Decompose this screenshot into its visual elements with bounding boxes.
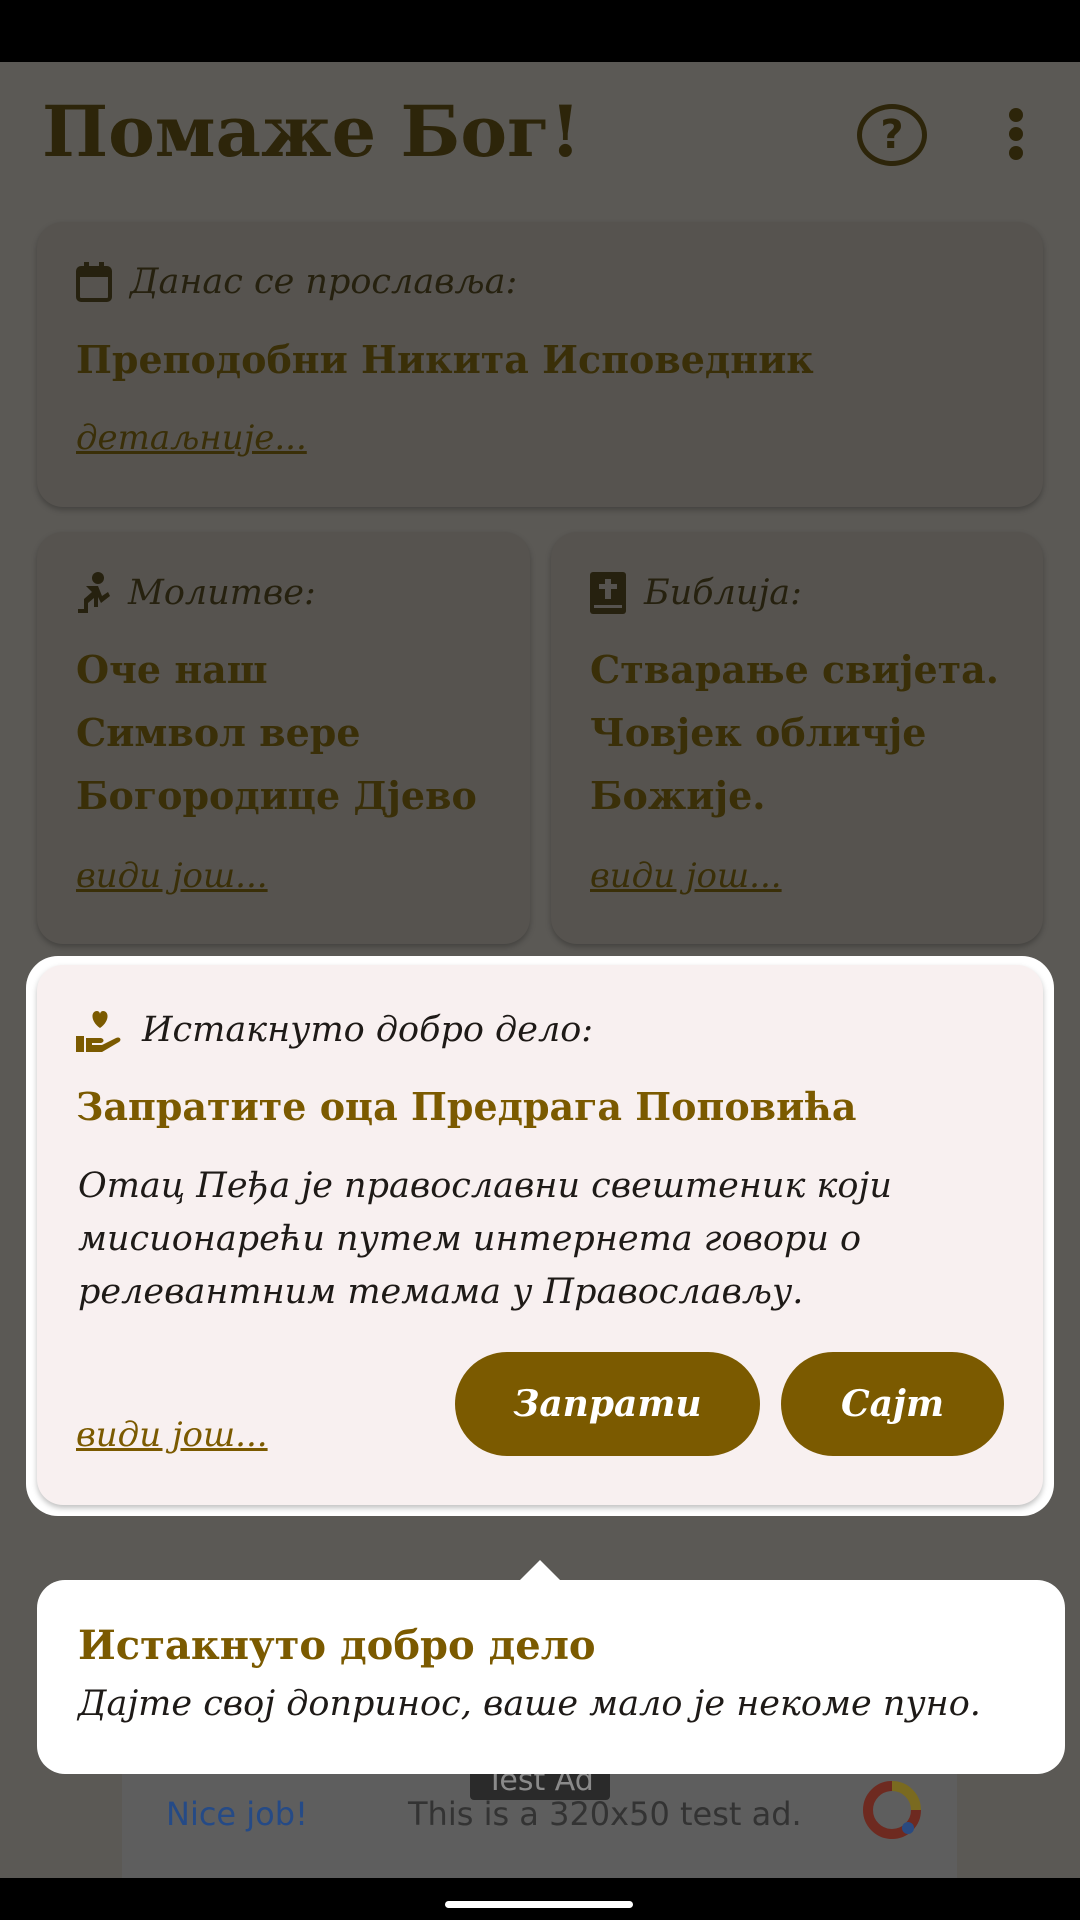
feast-card-header: Данас се прославља: <box>76 262 517 302</box>
praying-person-icon <box>78 572 110 613</box>
bible-more-link[interactable]: види још... <box>590 856 782 896</box>
app-title: Помаже Бог! <box>42 90 581 173</box>
prayers-more-link[interactable]: види још... <box>76 856 268 896</box>
more-menu-button[interactable] <box>1000 108 1032 168</box>
bible-label: Библија: <box>644 573 802 613</box>
prayers-card-header: Молитве: <box>76 572 316 614</box>
tooltip-arrow <box>518 1560 562 1582</box>
onboarding-tooltip[interactable] <box>37 1580 1065 1774</box>
good-deed-more-link[interactable]: види још... <box>76 1415 268 1455</box>
tooltip-text: Дајте свој допринос, ваше мало је некоме… <box>78 1684 981 1724</box>
more-vert-icon <box>1009 108 1023 122</box>
bible-line: Човјек обличје <box>590 710 927 755</box>
feast-title: Преподобни Никита Исповедник <box>76 337 814 382</box>
bible-line: Божије. <box>590 773 766 818</box>
ad-text: This is a 320x50 test ad. <box>408 1795 802 1833</box>
prayer-item[interactable]: Символ вере <box>76 701 361 764</box>
status-bar <box>0 0 1080 62</box>
bible-line: Стварање свијета. <box>590 647 1000 692</box>
good-deed-description: Отац Пеђа је православни свештеник који … <box>78 1166 892 1312</box>
prayers-label: Молитве: <box>128 573 316 613</box>
good-deed-header: Истакнуто добро дело: <box>76 1008 593 1052</box>
bible-icon <box>590 572 626 614</box>
site-button[interactable]: Сајт <box>781 1352 1004 1456</box>
ad-logo-icon <box>863 1781 921 1839</box>
tooltip-title: Истакнуто добро дело <box>78 1622 596 1669</box>
ad-nice-text: Nice job! <box>166 1795 308 1833</box>
home-gesture-handle[interactable] <box>445 1901 633 1908</box>
hand-heart-icon <box>76 1011 121 1052</box>
feast-more-link[interactable]: детаљније... <box>76 418 307 458</box>
prayer-item[interactable]: Оче наш <box>76 638 268 701</box>
prayer-item[interactable]: Богородице Дјево <box>76 764 477 827</box>
feast-label: Данас се прославља: <box>130 262 518 302</box>
follow-button[interactable]: Запрати <box>455 1352 760 1456</box>
navigation-bar <box>0 1878 1080 1920</box>
calendar-icon <box>76 262 112 302</box>
good-deed-title: Запратите оца Предрага Поповића <box>76 1084 857 1129</box>
good-deed-label: Истакнуто добро дело: <box>142 1010 594 1050</box>
help-icon: ? <box>880 112 904 158</box>
help-button[interactable]: ? <box>857 104 927 166</box>
bible-card-header: Библија: <box>590 572 802 614</box>
